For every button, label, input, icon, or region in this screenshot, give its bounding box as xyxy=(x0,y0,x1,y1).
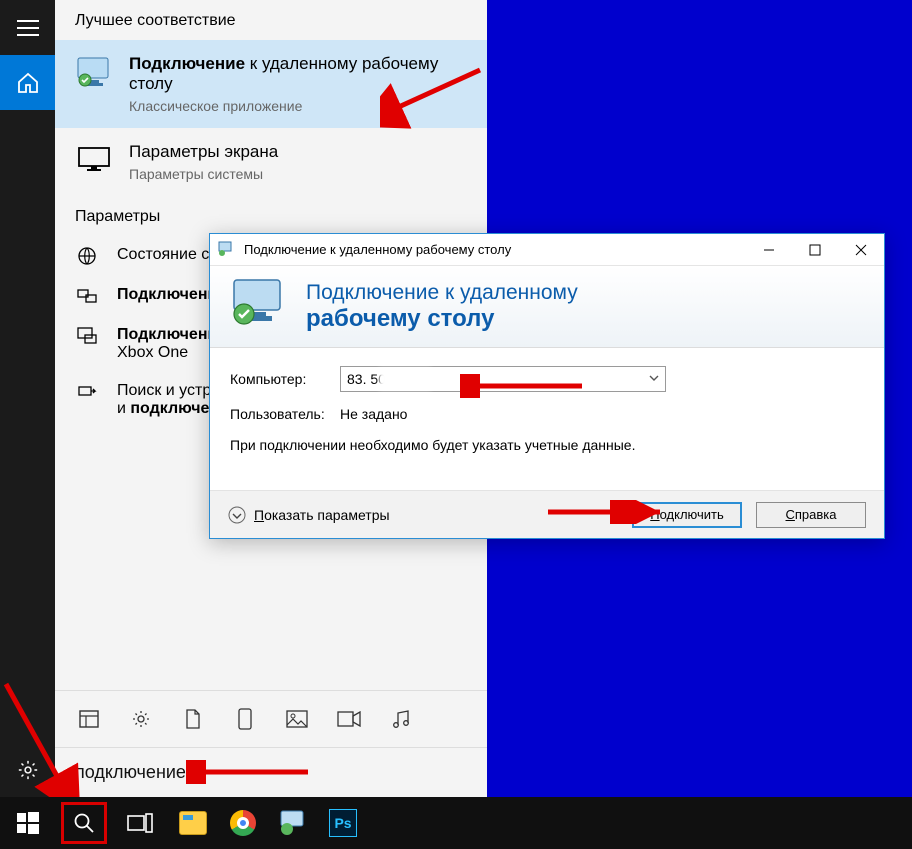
connect-button[interactable]: Подключить xyxy=(632,502,742,528)
rdp-titlebar[interactable]: Подключение к удаленному рабочему столу xyxy=(210,234,884,266)
taskbar-app-rdp[interactable] xyxy=(268,797,318,849)
filter-document-icon[interactable] xyxy=(181,707,205,731)
close-button[interactable] xyxy=(838,234,884,266)
rdp-taskbar-icon xyxy=(278,809,308,837)
taskbar-app-photoshop[interactable]: Ps xyxy=(318,797,368,849)
search-input[interactable]: подключение xyxy=(55,747,487,797)
monitor-icon xyxy=(75,142,113,180)
help-button[interactable]: Справка xyxy=(756,502,866,528)
rdp-banner-line2: рабочему столу xyxy=(306,305,578,334)
taskbar-app-explorer[interactable] xyxy=(168,797,218,849)
settings-heading: Параметры xyxy=(55,196,487,236)
rdp-banner-icon xyxy=(228,276,288,337)
result-rdp[interactable]: Подключение к удаленному рабочему столу … xyxy=(55,40,487,128)
user-label: Пользователь: xyxy=(230,406,340,422)
filter-image-icon[interactable] xyxy=(285,707,309,731)
photoshop-icon: Ps xyxy=(329,809,357,837)
result-rdp-title: Подключение к удаленному рабочему столу xyxy=(129,54,467,94)
filter-bar xyxy=(55,690,487,747)
minimize-button[interactable] xyxy=(746,234,792,266)
task-view-button[interactable] xyxy=(112,797,168,849)
filter-phone-icon[interactable] xyxy=(233,707,257,731)
rdp-titlebar-icon xyxy=(218,241,236,259)
hamburger-icon xyxy=(17,20,39,36)
wrench-icon xyxy=(75,382,99,402)
rdp-footer: Показать параметры Подключить Справка xyxy=(210,490,884,538)
filter-video-icon[interactable] xyxy=(337,707,361,731)
chrome-icon xyxy=(230,810,256,836)
show-options-label: Показать параметры xyxy=(254,507,390,523)
start-rail xyxy=(0,0,55,797)
search-query-text: подключение xyxy=(75,762,186,782)
chevron-circle-down-icon xyxy=(228,506,246,524)
credentials-note: При подключении необходимо будет указать… xyxy=(230,436,660,455)
home-button[interactable] xyxy=(0,55,55,110)
rdp-window: Подключение к удаленному рабочему столу … xyxy=(209,233,885,539)
result-rdp-sub: Классическое приложение xyxy=(129,98,467,114)
rdp-banner: Подключение к удаленному рабочему столу xyxy=(210,266,884,348)
filter-music-icon[interactable] xyxy=(389,707,413,731)
rdp-title-text: Подключение к удаленному рабочему столу xyxy=(244,242,511,257)
connect-icon xyxy=(75,286,99,306)
filter-apps-icon[interactable] xyxy=(77,707,101,731)
globe-icon xyxy=(75,246,99,266)
taskbar: Ps xyxy=(0,797,912,849)
computer-label: Компьютер: xyxy=(230,371,340,387)
gear-icon xyxy=(17,759,39,781)
file-explorer-icon xyxy=(179,811,207,835)
maximize-button[interactable] xyxy=(792,234,838,266)
search-icon xyxy=(73,812,95,834)
home-icon xyxy=(16,71,40,95)
rail-settings-button[interactable] xyxy=(0,742,55,797)
windows-logo-icon xyxy=(17,812,39,834)
rdp-banner-line1: Подключение к удаленному xyxy=(306,280,578,305)
chevron-down-icon xyxy=(647,371,661,388)
show-options-toggle[interactable]: Показать параметры xyxy=(228,506,390,524)
hamburger-button[interactable] xyxy=(0,0,55,55)
task-view-icon xyxy=(127,813,153,833)
user-value: Не задано xyxy=(340,406,407,422)
filter-settings-icon[interactable] xyxy=(129,707,153,731)
redacted-overlay xyxy=(379,369,431,389)
computer-combobox[interactable]: 83. 50 xyxy=(340,366,666,392)
best-match-heading: Лучшее соответствие xyxy=(55,0,487,40)
cast-icon xyxy=(75,326,99,346)
taskbar-app-chrome[interactable] xyxy=(218,797,268,849)
taskbar-search-button[interactable] xyxy=(56,797,112,849)
result-display-title: Параметры экрана xyxy=(129,142,278,162)
rdp-app-icon xyxy=(75,54,113,92)
result-display-sub: Параметры системы xyxy=(129,166,278,182)
start-button[interactable] xyxy=(0,797,56,849)
result-display-settings[interactable]: Параметры экрана Параметры системы xyxy=(55,128,487,196)
